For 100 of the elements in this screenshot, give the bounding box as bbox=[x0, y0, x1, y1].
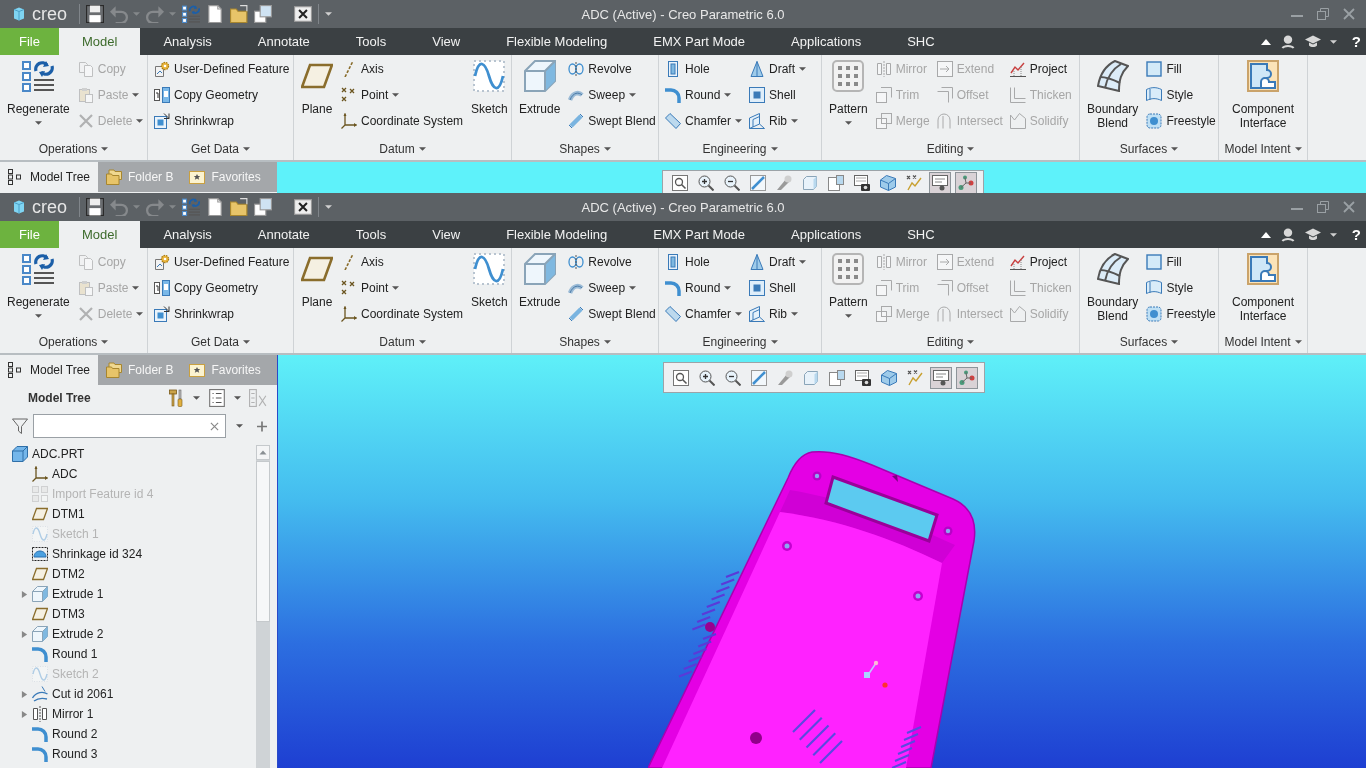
ribbon-tab[interactable]: Tools bbox=[332, 28, 410, 55]
ribbon-group-label[interactable]: Surfaces bbox=[1080, 332, 1218, 352]
caret-icon[interactable] bbox=[1329, 232, 1337, 237]
tree-item[interactable]: Round 1 bbox=[52, 647, 98, 661]
view-toolbar-button[interactable] bbox=[669, 172, 691, 193]
ribbon-tab[interactable]: EMX Part Mode bbox=[630, 221, 769, 248]
ribbon-button[interactable]: Chamfer bbox=[664, 108, 743, 134]
quick-access-button[interactable] bbox=[254, 198, 272, 216]
help-button[interactable]: ? bbox=[1351, 33, 1361, 50]
ribbon-button[interactable]: Extrude bbox=[517, 248, 563, 309]
tree-item[interactable]: Mirror 1 bbox=[52, 707, 94, 721]
tree-item[interactable]: DTM1 bbox=[52, 507, 85, 521]
person-icon[interactable] bbox=[1279, 227, 1296, 242]
caret-icon[interactable] bbox=[1329, 39, 1337, 44]
ribbon-button[interactable]: Copy Geometry bbox=[153, 275, 291, 301]
ribbon-tab[interactable]: Annotate bbox=[234, 28, 333, 55]
ribbon-tab[interactable]: Flexible Modeling bbox=[483, 28, 631, 55]
view-toolbar-button[interactable] bbox=[851, 172, 873, 193]
ribbon-button[interactable]: Coordinate System bbox=[340, 301, 465, 327]
ribbon-tab[interactable]: Analysis bbox=[140, 28, 235, 55]
caret-right-icon[interactable] bbox=[21, 629, 28, 639]
ribbon-button[interactable]: Shrinkwrap bbox=[153, 108, 291, 134]
ribbon-group-label[interactable]: Engineering bbox=[659, 332, 821, 352]
ribbon-group-label[interactable]: Shapes bbox=[512, 332, 658, 352]
filter-icon[interactable] bbox=[12, 418, 28, 434]
ribbon-button[interactable]: Boundary Blend bbox=[1085, 248, 1141, 323]
ribbon-button[interactable]: Swept Blend bbox=[567, 108, 657, 134]
ribbon-button[interactable]: Freestyle bbox=[1145, 301, 1217, 327]
ribbon-button[interactable]: Axis bbox=[340, 249, 465, 275]
tree-item[interactable]: ADC.PRT bbox=[32, 447, 85, 461]
ribbon-button[interactable]: Hole bbox=[664, 56, 743, 82]
restore-icon[interactable] bbox=[1317, 201, 1329, 213]
ribbon-button[interactable]: Round bbox=[664, 275, 743, 301]
ribbon-tab[interactable]: Applications bbox=[768, 28, 885, 55]
close-icon[interactable] bbox=[1343, 201, 1355, 213]
ribbon-tab[interactable]: View bbox=[409, 28, 484, 55]
caret-icon[interactable] bbox=[234, 396, 241, 400]
quick-access-button[interactable] bbox=[254, 5, 272, 23]
ribbon-button[interactable]: Coordinate System bbox=[340, 108, 465, 134]
ribbon-button[interactable]: Style bbox=[1145, 275, 1217, 301]
ribbon-group-label[interactable]: Editing bbox=[822, 139, 1079, 159]
ribbon-button[interactable]: Sweep bbox=[567, 275, 657, 301]
ribbon-group-label[interactable]: Get Data bbox=[148, 139, 293, 159]
close-icon[interactable] bbox=[1343, 8, 1355, 20]
ribbon-button[interactable]: Project bbox=[1008, 249, 1073, 275]
ribbon-group-label[interactable]: Surfaces bbox=[1080, 139, 1218, 159]
ribbon-button[interactable]: Component Interface bbox=[1227, 248, 1299, 323]
ribbon-tab[interactable]: SHC bbox=[884, 221, 958, 248]
ribbon-button[interactable]: Fill bbox=[1145, 249, 1217, 275]
restore-icon[interactable] bbox=[1317, 8, 1329, 20]
ribbon-button[interactable]: Plane bbox=[299, 55, 335, 116]
caret-icon[interactable] bbox=[193, 396, 200, 400]
ribbon-group-label[interactable]: Get Data bbox=[148, 332, 293, 352]
tree-item[interactable]: Extrude 2 bbox=[52, 627, 104, 641]
ribbon-button[interactable]: Fill bbox=[1145, 56, 1217, 82]
ribbon-tab[interactable]: Applications bbox=[768, 221, 885, 248]
ribbon-group-label[interactable]: Operations bbox=[0, 332, 147, 352]
tree-item[interactable]: DTM3 bbox=[52, 607, 85, 621]
ribbon-button[interactable]: Extrude bbox=[517, 55, 563, 116]
ribbon-button[interactable]: Swept Blend bbox=[567, 301, 657, 327]
caret-icon[interactable] bbox=[236, 424, 243, 428]
search-field[interactable] bbox=[33, 414, 226, 438]
ribbon-tab[interactable]: Analysis bbox=[140, 221, 235, 248]
tree-item[interactable]: Extrude 1 bbox=[52, 587, 104, 601]
ribbon-tab[interactable]: View bbox=[409, 221, 484, 248]
tree-item[interactable]: DTM2 bbox=[52, 567, 85, 581]
tree-item[interactable]: Round 2 bbox=[52, 727, 98, 741]
ribbon-button[interactable]: Shell bbox=[748, 82, 808, 108]
ribbon-button[interactable]: Hole bbox=[664, 249, 743, 275]
list-icon[interactable] bbox=[208, 389, 226, 407]
tree-item[interactable]: ADC bbox=[52, 467, 78, 481]
navigator-tab[interactable]: Model Tree bbox=[0, 355, 99, 385]
ribbon-tab[interactable]: Model bbox=[58, 28, 141, 55]
caret-icon[interactable] bbox=[325, 12, 332, 16]
ribbon-tab[interactable]: Annotate bbox=[234, 221, 333, 248]
mortarboard-icon[interactable] bbox=[1304, 227, 1321, 242]
ribbon-button[interactable]: Sketch bbox=[469, 248, 510, 309]
caret-right-icon[interactable] bbox=[21, 689, 28, 699]
clear-icon[interactable] bbox=[210, 421, 219, 431]
ribbon-button[interactable]: Pattern bbox=[827, 55, 870, 125]
ribbon-button[interactable]: Regenerate bbox=[5, 248, 72, 318]
ribbon-tab[interactable]: Flexible Modeling bbox=[483, 221, 631, 248]
ribbon-button[interactable]: Revolve bbox=[567, 56, 657, 82]
quick-access-button[interactable] bbox=[182, 198, 200, 216]
person-icon[interactable] bbox=[1279, 34, 1296, 49]
view-toolbar-button[interactable] bbox=[929, 172, 951, 193]
ribbon-tab[interactable]: Model bbox=[58, 221, 141, 248]
scrollbar[interactable] bbox=[256, 445, 270, 768]
tree-item[interactable]: Round 3 bbox=[52, 747, 98, 761]
ribbon-button[interactable]: Component Interface bbox=[1227, 55, 1299, 130]
ribbon-button[interactable]: Sketch bbox=[469, 55, 510, 116]
ribbon-group-label[interactable]: Shapes bbox=[512, 139, 658, 159]
quick-access-button[interactable] bbox=[206, 198, 224, 216]
caret-right-icon[interactable] bbox=[21, 709, 28, 719]
ribbon-button[interactable]: Pattern bbox=[827, 248, 870, 318]
navigator-tab[interactable]: Model Tree bbox=[0, 162, 99, 192]
ribbon-button[interactable]: Axis bbox=[340, 56, 465, 82]
ribbon-button[interactable]: Draft bbox=[748, 56, 808, 82]
ribbon-group-label[interactable]: Model Intent bbox=[1219, 332, 1307, 352]
ribbon-group-label[interactable]: Model Intent bbox=[1219, 139, 1307, 159]
